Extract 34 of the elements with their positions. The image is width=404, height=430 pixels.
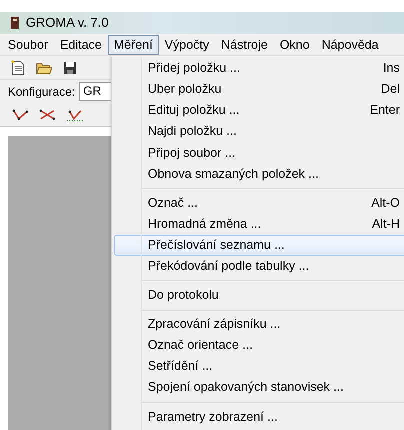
shortcut-label: Ins (382, 60, 401, 78)
menu-item[interactable]: Obnova smazaných položek ... (114, 163, 404, 185)
menu-item[interactable]: Přidej položku ... Ins (114, 58, 404, 80)
menu-item[interactable]: Výpočty (158, 34, 216, 54)
shortcut-label: Alt-H (371, 216, 401, 233)
menu-item[interactable]: Edituj položku ... Enter (114, 100, 404, 122)
field-label: Konfigurace: (8, 84, 76, 100)
menu-item[interactable]: Překódování podle tabulky ... (114, 256, 404, 277)
menu-item[interactable]: Editace (54, 34, 108, 54)
menu-item[interactable]: Označ orientace ... (114, 335, 404, 356)
menu-item[interactable]: Setřídění ... (114, 356, 404, 378)
save-icon[interactable] (62, 60, 78, 76)
menu-item[interactable]: Připoj soubor ... (114, 142, 404, 164)
window-title: GROMA v. 7.0 (26, 14, 109, 32)
menu-item[interactable]: Nápověda (316, 34, 385, 54)
menu-item[interactable]: Soubor (2, 34, 54, 54)
shortcut-label: Alt-O (370, 194, 401, 212)
menu-item[interactable]: Okno (274, 34, 316, 54)
menu-item[interactable]: Přečíslování seznamu ... (114, 234, 404, 256)
menu-item[interactable]: Zpracování zápisníku ... (114, 314, 404, 336)
menu-item[interactable]: Měření (108, 34, 159, 54)
menu-item[interactable]: Do protokolu (114, 284, 404, 306)
menu-item[interactable]: Parametry zobrazení ... (114, 406, 404, 428)
shortcut-label: Del (380, 81, 401, 98)
menu-item[interactable]: Nástroje (215, 34, 274, 54)
menu-item[interactable]: Označ ... Alt-O (114, 192, 404, 214)
app-icon (9, 15, 21, 31)
menu-item[interactable]: Hromadná změna ... Alt-H (114, 214, 404, 235)
new-document-icon[interactable] (10, 60, 26, 76)
menu-item[interactable]: Uber položku Del (114, 79, 404, 100)
menu-item[interactable]: Najdi položku ... (114, 121, 404, 142)
shortcut-label: Enter (369, 102, 401, 120)
menu-item[interactable]: Spojení opakovaných stanovisek ... (114, 377, 404, 398)
configuration-field[interactable]: GR (79, 82, 111, 101)
